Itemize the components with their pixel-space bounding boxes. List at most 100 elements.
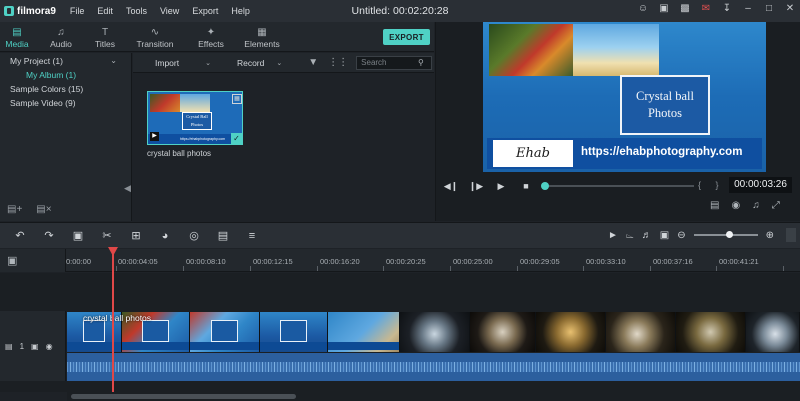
audio-track-icon[interactable]: ♬ <box>642 230 652 241</box>
track-number: 1 <box>19 342 25 351</box>
color-icon[interactable]: ◎ <box>184 229 204 242</box>
ruler-tick <box>783 266 784 271</box>
clip-title-frame <box>83 320 105 342</box>
crop-icon[interactable]: ⊞ <box>126 229 146 242</box>
tab-audio[interactable]: ♫ Audio <box>34 22 88 52</box>
panel-toggle-icon[interactable] <box>786 228 796 242</box>
menu-file[interactable]: File <box>70 6 85 16</box>
chevron-down-icon: ⌄ <box>276 59 283 67</box>
menu-help[interactable]: Help <box>231 6 250 16</box>
video-clip[interactable] <box>328 312 400 352</box>
split-screen-icon[interactable]: ▣ <box>660 230 669 241</box>
zoom-slider-knob[interactable] <box>725 231 733 238</box>
ruler-label: 00:00:25:00 <box>453 257 493 266</box>
redo-icon[interactable]: ↷ <box>39 229 59 242</box>
video-clip[interactable] <box>606 312 676 352</box>
search-icon[interactable]: ⚲ <box>418 58 424 67</box>
minimize-icon[interactable]: – <box>742 3 754 14</box>
stop-icon[interactable]: ■ <box>517 181 535 191</box>
menu-export[interactable]: Export <box>192 6 218 16</box>
tab-media[interactable]: ▤ Media <box>0 22 34 52</box>
lock-icon[interactable]: ▣ <box>31 342 39 351</box>
grid-view-icon[interactable]: ⋮⋮ <box>328 57 348 68</box>
microphone-icon[interactable]: ⌳ <box>626 230 634 241</box>
playhead-handle[interactable] <box>108 247 118 256</box>
record-dropdown[interactable]: Record ⌄ <box>237 58 282 68</box>
media-thumbnail[interactable]: Crystal Ball Photos https://ehabphotogra… <box>147 91 243 145</box>
zoom-in-icon[interactable]: ⊕ <box>766 230 774 241</box>
tab-transition[interactable]: ∿ Transition <box>122 22 188 52</box>
green-screen-icon[interactable]: ▤ <box>213 229 233 242</box>
display-settings-icon[interactable]: ▤ <box>710 200 719 211</box>
zoom-out-icon[interactable]: ⊖ <box>677 230 685 241</box>
maximize-icon[interactable]: □ <box>763 3 775 14</box>
tab-elements[interactable]: ▦ Elements <box>234 22 290 52</box>
tree-item-my-album[interactable]: My Album (1) <box>0 68 131 82</box>
folder-icon: ▤ <box>12 27 22 38</box>
delete-icon[interactable]: ▣ <box>68 229 88 242</box>
video-clip[interactable] <box>676 312 746 352</box>
import-dropdown[interactable]: Import ⌄ <box>155 58 211 68</box>
scrollbar-thumb[interactable] <box>71 394 296 399</box>
preview-timecode: 00:00:03:26 <box>729 177 792 193</box>
video-clip[interactable] <box>190 312 260 352</box>
timeline-ruler[interactable]: ▣ 0:00:00 00:00:04:05 00:00:08:10 00:00:… <box>0 249 800 272</box>
fullscreen-icon[interactable]: ⤢ <box>772 200 780 211</box>
ruler-label: 00:00:33:10 <box>586 257 626 266</box>
download-icon[interactable]: ↧ <box>721 3 733 14</box>
video-track[interactable] <box>67 312 800 352</box>
scrubber-knob[interactable] <box>541 182 549 190</box>
audio-mixer-icon[interactable]: ≡ <box>242 230 262 242</box>
menu-view[interactable]: View <box>160 6 179 16</box>
mail-icon[interactable]: ✉ <box>700 3 712 14</box>
undo-icon[interactable]: ↶ <box>10 229 30 242</box>
new-folder-icon[interactable]: ▤+ <box>7 204 22 215</box>
cart-icon[interactable]: ▣ <box>658 3 670 14</box>
tab-effects[interactable]: ✦ Effects <box>188 22 234 52</box>
preview-photo-beach <box>573 24 659 76</box>
user-icon[interactable]: ☺ <box>637 3 649 14</box>
tree-item-my-project[interactable]: My Project (1) ⌄ <box>0 54 131 68</box>
tree-item-sample-video[interactable]: Sample Video (9) <box>0 96 131 110</box>
play-icon[interactable]: ▶ <box>492 181 510 192</box>
delete-folder-icon[interactable]: ▤× <box>36 204 51 215</box>
video-clip[interactable] <box>470 312 536 352</box>
library-tree: My Project (1) ⌄ My Album (1) Sample Col… <box>0 53 132 221</box>
speed-icon[interactable]: ◕ <box>155 230 175 242</box>
video-clip[interactable] <box>746 312 800 352</box>
export-button[interactable]: EXPORT <box>383 29 430 45</box>
playback-scrubber[interactable] <box>541 182 694 190</box>
previous-frame-icon[interactable]: ◀❙ <box>442 181 460 192</box>
menu-tools[interactable]: Tools <box>126 6 147 16</box>
tab-titles[interactable]: T Titles <box>88 22 122 52</box>
video-clip[interactable] <box>536 312 606 352</box>
video-clip[interactable] <box>260 312 328 352</box>
add-track-icon[interactable]: ▣ <box>7 254 17 267</box>
tab-effects-label: Effects <box>198 39 224 49</box>
zoom-slider[interactable] <box>693 231 758 238</box>
chevron-down-icon[interactable]: ⌄ <box>110 54 117 68</box>
tree-item-sample-colors[interactable]: Sample Colors (15) <box>0 82 131 96</box>
collapse-panel-icon[interactable]: ◀ <box>124 183 131 194</box>
cut-icon[interactable]: ✂ <box>97 229 117 242</box>
image-icon: ▦ <box>257 27 267 38</box>
mark-in-out[interactable]: { } <box>698 180 725 190</box>
snapshot-icon[interactable]: ◉ <box>731 200 740 211</box>
playhead[interactable] <box>108 247 118 392</box>
video-clip[interactable] <box>400 312 470 352</box>
timeline-scrollbar[interactable] <box>67 392 800 401</box>
volume-icon[interactable]: ♫ <box>752 200 760 211</box>
visibility-icon[interactable]: ◉ <box>46 342 53 351</box>
ruler-tick <box>116 266 117 271</box>
filter-icon[interactable]: ▼ <box>308 57 318 68</box>
play-reverse-icon[interactable]: ❙▶ <box>467 181 485 192</box>
close-icon[interactable]: ✕ <box>784 3 796 14</box>
marker-icon[interactable]: ► <box>608 230 618 241</box>
ruler-tick <box>250 266 251 271</box>
tab-titles-label: Titles <box>95 39 115 49</box>
media-toolbar: Import ⌄ Record ⌄ ▼ ⋮⋮ ⚲ <box>133 53 434 73</box>
audio-track[interactable] <box>67 353 800 381</box>
menu-edit[interactable]: Edit <box>97 6 113 16</box>
gift-icon[interactable]: ▩ <box>679 3 691 14</box>
clip-title-frame <box>142 320 169 342</box>
